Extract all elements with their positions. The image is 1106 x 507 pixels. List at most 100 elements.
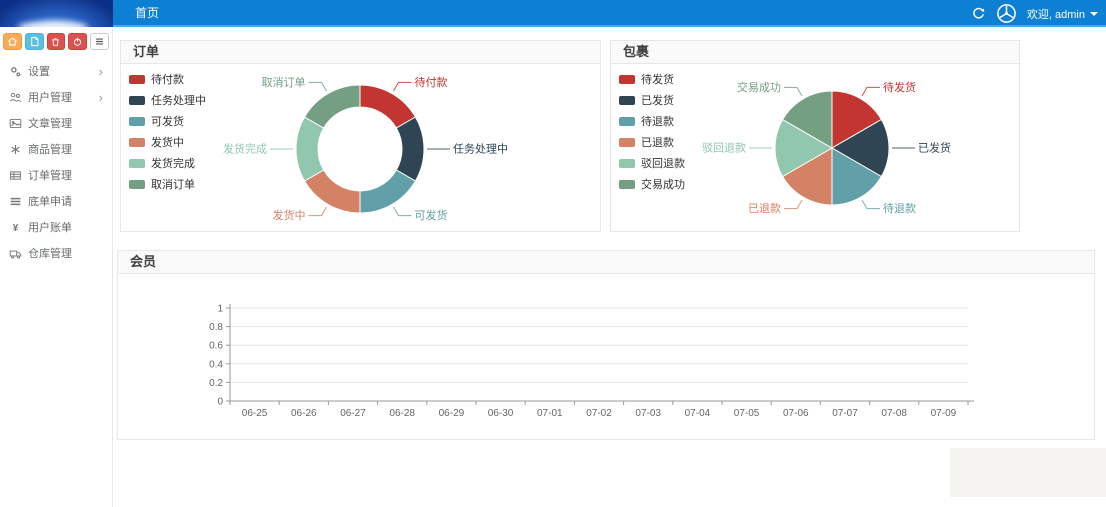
legend-item[interactable]: 待退款 [619, 113, 685, 129]
power-icon [72, 36, 83, 47]
y-axis-tick-label: 0.4 [209, 359, 223, 370]
legend-item[interactable]: 驳回退款 [619, 155, 685, 171]
legend-label: 驳回退款 [641, 155, 685, 171]
pie-label: 待付款 [415, 75, 448, 89]
avatar-icon[interactable] [996, 3, 1017, 24]
sidebar-item-receipt-request[interactable]: 底单申请 [0, 188, 112, 214]
sidebar-item-user-bills[interactable]: ¥ 用户账单 [0, 214, 112, 240]
legend-label: 可发货 [151, 113, 184, 129]
x-axis-tick-label: 06-30 [488, 408, 514, 419]
y-axis-tick-label: 1 [217, 304, 223, 315]
sidebar-item-label: 仓库管理 [28, 245, 72, 261]
legend-label: 发货中 [151, 134, 184, 150]
legend-item[interactable]: 发货中 [129, 134, 206, 150]
legend-item[interactable]: 待付款 [129, 71, 206, 87]
x-axis-tick-label: 06-28 [389, 408, 415, 419]
x-axis-tick-label: 06-25 [242, 408, 268, 419]
sidebar-item-label: 用户账单 [28, 219, 72, 235]
pie-label: 取消订单 [262, 75, 306, 89]
panel-title: 订单 [121, 41, 600, 64]
asterisk-icon [8, 142, 22, 156]
legend-item[interactable]: 取消订单 [129, 176, 206, 192]
sidebar-item-label: 商品管理 [28, 141, 72, 157]
collapse-menu-button[interactable] [90, 33, 109, 50]
home-button[interactable] [3, 33, 22, 50]
legend-color-chip [129, 117, 145, 126]
pie-label: 已发货 [918, 141, 951, 155]
sidebar-item-warehouse[interactable]: 仓库管理 [0, 240, 112, 266]
pie-slice[interactable] [396, 117, 424, 181]
orders-panel: 订单 待付款任务处理中可发货发货中发货完成取消订单 待付款任务处理中可发货发货中… [120, 40, 601, 232]
x-axis-tick-label: 06-29 [439, 408, 465, 419]
sidebar-item-settings[interactable]: 设置 › [0, 58, 112, 84]
sidebar-item-orders[interactable]: 订单管理 [0, 162, 112, 188]
list-icon [8, 194, 22, 208]
power-button[interactable] [68, 33, 87, 50]
packages-panel: 包裹 待发货已发货待退款已退款驳回退款交易成功 待发货已发货待退款已退款驳回退款… [610, 40, 1020, 232]
legend-item[interactable]: 可发货 [129, 113, 206, 129]
legend-label: 待发货 [641, 71, 674, 87]
pie-slice[interactable] [296, 117, 324, 181]
sidebar: 设置 › 用户管理 › 文章管 [0, 29, 113, 507]
legend-color-chip [129, 96, 145, 105]
x-axis-tick-label: 07-02 [586, 408, 612, 419]
sidebar-item-label: 用户管理 [28, 89, 72, 105]
pie-label: 驳回退款 [702, 141, 746, 155]
x-axis-tick-label: 07-08 [881, 408, 907, 419]
svg-text:¥: ¥ [12, 222, 18, 233]
pie-label: 可发货 [415, 208, 448, 222]
sidebar-item-users[interactable]: 用户管理 › [0, 84, 112, 110]
legend-item[interactable]: 已退款 [619, 134, 685, 150]
legend-color-chip [129, 180, 145, 189]
legend-color-chip [619, 117, 635, 126]
pie-slice[interactable] [360, 170, 415, 213]
legend-item[interactable]: 任务处理中 [129, 92, 206, 108]
file-button[interactable] [25, 33, 44, 50]
legend-color-chip [129, 75, 145, 84]
caret-down-icon [1090, 12, 1098, 16]
pie-label: 发货中 [273, 208, 306, 222]
trash-button[interactable] [47, 33, 66, 50]
sidebar-item-articles[interactable]: 文章管理 [0, 110, 112, 136]
pie-slice[interactable] [305, 85, 360, 128]
file-icon [29, 36, 40, 47]
legend-item[interactable]: 已发货 [619, 92, 685, 108]
quick-button-row [0, 29, 112, 56]
pie-label: 交易成功 [737, 80, 781, 94]
sidebar-item-label: 设置 [28, 63, 50, 79]
members-line-chart: 00.20.40.60.8106-2506-2606-2706-2806-290… [118, 274, 1094, 444]
legend-item[interactable]: 交易成功 [619, 176, 685, 192]
sidebar-item-label: 底单申请 [28, 193, 72, 209]
panel-title: 包裹 [611, 41, 1019, 64]
tab-home[interactable]: 首页 [125, 0, 169, 27]
welcome-label: 欢迎, admin [1027, 6, 1085, 22]
orders-legend: 待付款任务处理中可发货发货中发货完成取消订单 [129, 71, 206, 192]
home-icon [7, 36, 18, 47]
users-icon [8, 90, 22, 104]
gear-icon [8, 64, 22, 78]
y-axis-tick-label: 0 [217, 397, 223, 408]
pie-label: 任务处理中 [453, 143, 508, 156]
x-axis-tick-label: 06-27 [340, 408, 366, 419]
legend-item[interactable]: 待发货 [619, 71, 685, 87]
y-axis-tick-label: 0.6 [209, 341, 223, 352]
x-axis-tick-label: 06-26 [291, 408, 317, 419]
legend-label: 待付款 [151, 71, 184, 87]
refresh-icon[interactable] [971, 6, 986, 21]
user-menu[interactable]: 欢迎, admin [1027, 6, 1098, 22]
pie-label: 待退款 [883, 201, 916, 215]
sidebar-item-products[interactable]: 商品管理 [0, 136, 112, 162]
legend-color-chip [619, 96, 635, 105]
legend-color-chip [619, 138, 635, 147]
legend-label: 已发货 [641, 92, 674, 108]
trash-icon [50, 36, 61, 47]
legend-label: 发货完成 [151, 155, 195, 171]
legend-label: 交易成功 [641, 176, 685, 192]
legend-color-chip [619, 180, 635, 189]
x-axis-tick-label: 07-04 [685, 408, 711, 419]
x-axis-tick-label: 07-01 [537, 408, 563, 419]
legend-item[interactable]: 发货完成 [129, 155, 206, 171]
pie-label: 已退款 [748, 201, 781, 215]
image-icon [8, 116, 22, 130]
x-axis-tick-label: 07-05 [734, 408, 760, 419]
